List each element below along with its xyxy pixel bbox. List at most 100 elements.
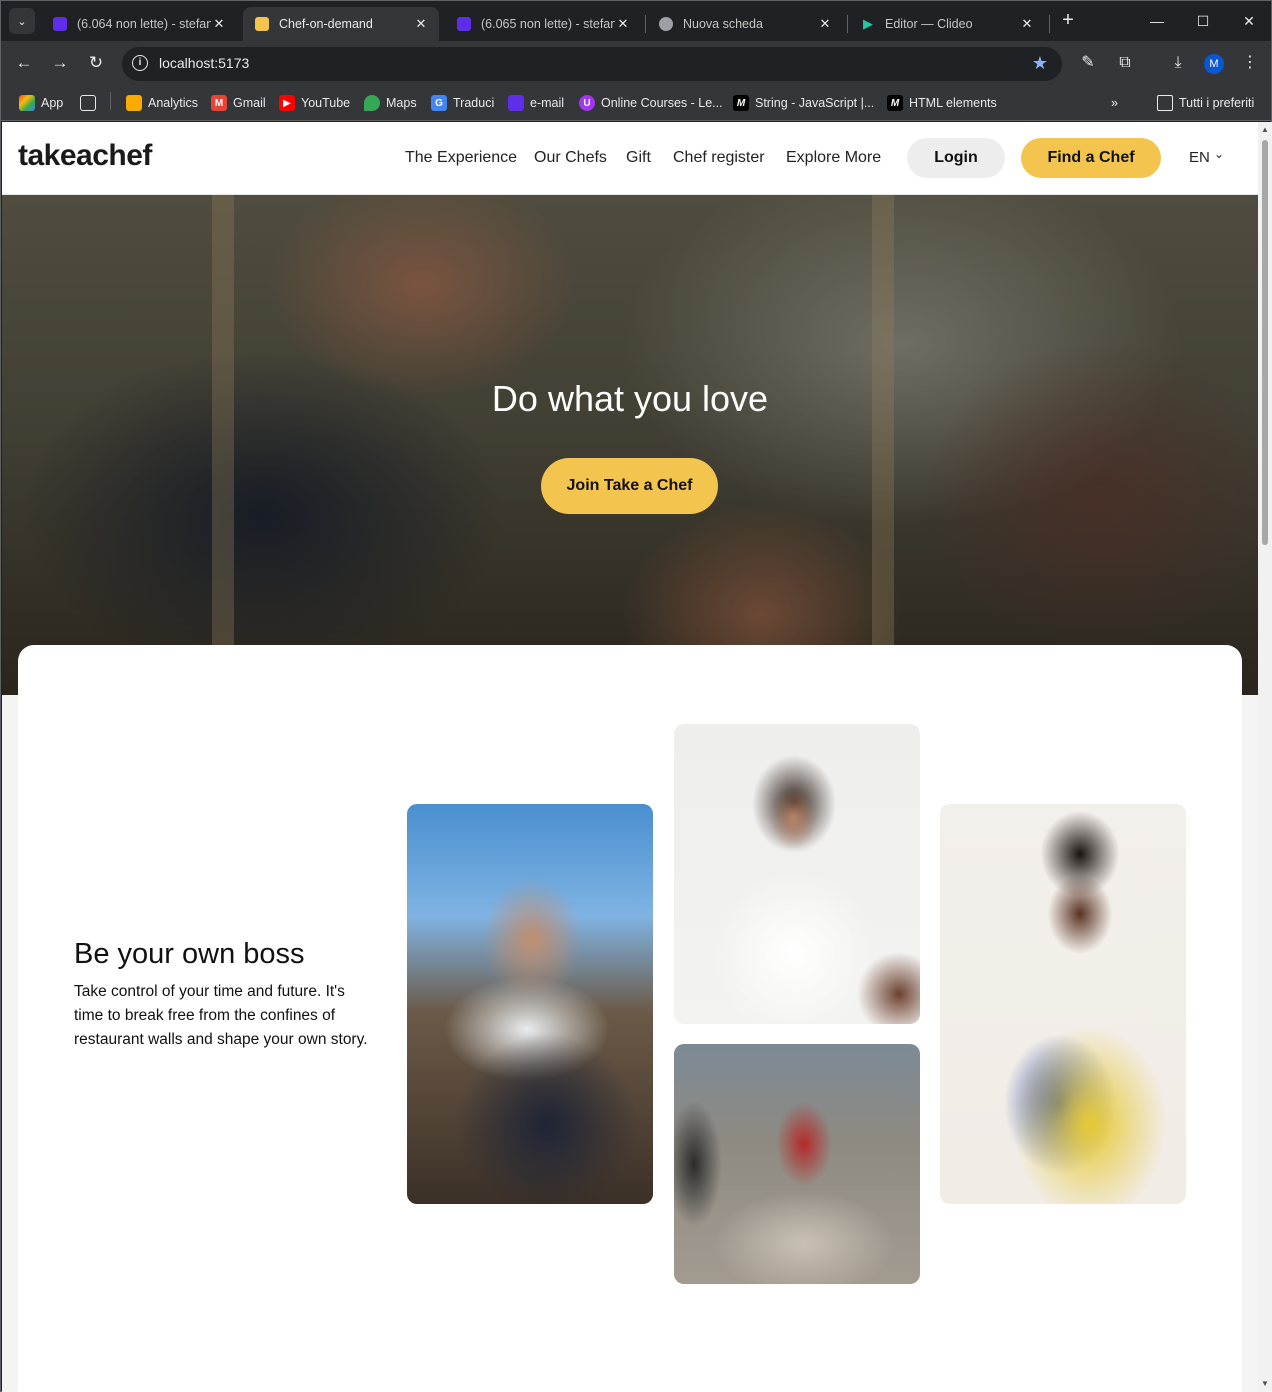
bookmark-youtube[interactable]: ▶ YouTube [279, 93, 350, 113]
app-icon [255, 17, 269, 31]
url-text[interactable]: localhost:5173 [159, 55, 249, 71]
bookmark-online-courses[interactable]: U Online Courses - Le... [579, 93, 723, 113]
bookmark-separator [110, 92, 111, 110]
close-icon[interactable]: ✕ [615, 16, 631, 32]
tab-title: Chef-on-demand [279, 17, 373, 31]
chevron-down-icon[interactable]: ⌄ [1214, 147, 1224, 161]
minimize-button[interactable]: — [1147, 9, 1167, 33]
bookmark-label: Gmail [233, 96, 266, 110]
chef-photo-woman-apron [940, 804, 1186, 1204]
play-icon: ▶ [863, 16, 873, 31]
bookmark-maps[interactable]: Maps [364, 93, 417, 113]
scroll-up-arrow-icon[interactable]: ▲ [1260, 125, 1270, 135]
tab-clideo[interactable]: ▶ Editor — Clideo ✕ [849, 7, 1045, 41]
tab-separator [645, 15, 646, 33]
chevron-down-icon: ⌄ [17, 15, 27, 28]
feature-text: Take control of your time and future. It… [74, 983, 368, 1048]
tab-title: (6.065 non lette) - stefan [481, 17, 615, 31]
bookmark-gmail[interactable]: M Gmail [211, 93, 266, 113]
extensions-icon[interactable]: ⧉ [1114, 52, 1136, 74]
browser-window: ⌄ (6.064 non lette) - stefan ✕ Chef-on-d… [0, 0, 1272, 1392]
close-icon[interactable]: ✕ [817, 16, 833, 32]
all-bookmarks-folder[interactable]: Tutti i preferiti [1157, 93, 1254, 113]
hero-overlay [2, 195, 1258, 695]
menu-icon[interactable]: ⋮ [1239, 52, 1261, 74]
bookmark-label: HTML elements [909, 96, 997, 110]
close-icon[interactable]: ✕ [1019, 16, 1035, 32]
profile-avatar[interactable]: M [1204, 54, 1224, 74]
udemy-icon: U [579, 95, 595, 111]
site-header: takeachef The Experience Our Chefs Gift … [2, 122, 1258, 195]
globe-icon [659, 17, 673, 31]
feature-title: Be your own boss [74, 938, 305, 970]
forward-button[interactable]: → [48, 51, 72, 75]
bookmark-analytics[interactable]: Analytics [126, 93, 198, 113]
find-chef-button[interactable]: Find a Chef [1021, 138, 1161, 178]
window-close-button[interactable]: ✕ [1239, 9, 1259, 33]
bookmarks-overflow-button[interactable]: » [1111, 93, 1118, 113]
feature-card: Be your own boss Take control of your ti… [18, 645, 1242, 1392]
mail-icon [53, 17, 67, 31]
tab-separator [847, 15, 848, 33]
tab-groups-button[interactable] [80, 93, 102, 113]
login-button[interactable]: Login [907, 138, 1005, 178]
tab-title: Nuova scheda [683, 17, 763, 31]
chef-photo-man [407, 804, 653, 1204]
tab-chef-on-demand[interactable]: Chef-on-demand ✕ [243, 7, 439, 41]
nav-our-chefs[interactable]: Our Chefs [534, 149, 607, 167]
mail-icon [457, 17, 471, 31]
nav-gift[interactable]: Gift [626, 149, 651, 167]
star-icon[interactable]: ★ [1032, 53, 1048, 74]
bookmark-traduci[interactable]: G Traduci [431, 93, 494, 113]
bookmark-label: Maps [386, 96, 417, 110]
mdn-icon: M [733, 95, 749, 111]
nav-explore-more[interactable]: Explore More [786, 149, 881, 167]
tab-mail-1[interactable]: (6.064 non lette) - stefan ✕ [41, 7, 237, 41]
page-scrollbar[interactable]: ▲ ▼ [1258, 122, 1272, 1392]
eyedropper-icon[interactable]: ✎ [1077, 52, 1099, 74]
analytics-icon [126, 95, 142, 111]
bookmarks-bar: App Analytics M Gmail ▶ YouTube Maps G T… [1, 85, 1271, 121]
maps-icon [364, 95, 380, 111]
info-icon[interactable]: i [132, 55, 148, 71]
grid-icon [80, 95, 96, 111]
page-viewport: takeachef The Experience Our Chefs Gift … [2, 122, 1258, 1392]
tab-strip: ⌄ (6.064 non lette) - stefan ✕ Chef-on-d… [1, 1, 1271, 41]
hero-title: Do what you love [491, 378, 769, 419]
bookmark-label: String - JavaScript |... [755, 96, 875, 110]
address-bar[interactable]: i localhost:5173 ★ [122, 47, 1062, 81]
scroll-down-arrow-icon[interactable]: ▼ [1260, 1379, 1270, 1389]
maximize-button[interactable]: ☐ [1193, 9, 1213, 33]
bookmark-html-elements[interactable]: M HTML elements [887, 93, 997, 113]
youtube-icon: ▶ [279, 95, 295, 111]
language-selector[interactable]: EN [1189, 149, 1210, 166]
bookmark-string-js[interactable]: M String - JavaScript |... [733, 93, 874, 113]
nav-chef-register[interactable]: Chef register [673, 149, 765, 167]
close-icon[interactable]: ✕ [211, 16, 227, 32]
bookmark-app[interactable]: App [19, 93, 63, 113]
scrollbar-thumb[interactable] [1262, 140, 1268, 545]
bookmark-label: Tutti i preferiti [1179, 96, 1255, 110]
tab-new[interactable]: Nuova scheda ✕ [647, 7, 843, 41]
fish-market-photo [674, 1044, 920, 1284]
reload-button[interactable]: ↻ [84, 51, 108, 75]
close-icon[interactable]: ✕ [413, 16, 429, 32]
tab-mail-2[interactable]: (6.065 non lette) - stefan ✕ [445, 7, 641, 41]
bookmark-label: Analytics [148, 96, 199, 110]
double-chevron-right-icon: » [1111, 96, 1118, 110]
site-logo[interactable]: takeachef [18, 139, 152, 173]
mdn-icon: M [887, 95, 903, 111]
download-icon[interactable]: ⤓ [1167, 52, 1189, 74]
mail-icon [508, 95, 524, 111]
join-button[interactable]: Join Take a Chef [541, 458, 718, 514]
bookmark-label: App [41, 96, 64, 110]
translate-icon: G [431, 95, 447, 111]
apps-grid-icon [19, 95, 35, 111]
tab-separator [1049, 15, 1050, 33]
browser-toolbar: ← → ↻ i localhost:5173 ★ ✎ ⧉ ⤓ M ⋮ [1, 41, 1271, 85]
back-button[interactable]: ← [12, 51, 36, 75]
tab-search-button[interactable]: ⌄ [9, 8, 35, 34]
bookmark-email[interactable]: e-mail [508, 93, 564, 113]
new-tab-button[interactable]: + [1058, 9, 1078, 33]
nav-the-experience[interactable]: The Experience [405, 149, 517, 167]
